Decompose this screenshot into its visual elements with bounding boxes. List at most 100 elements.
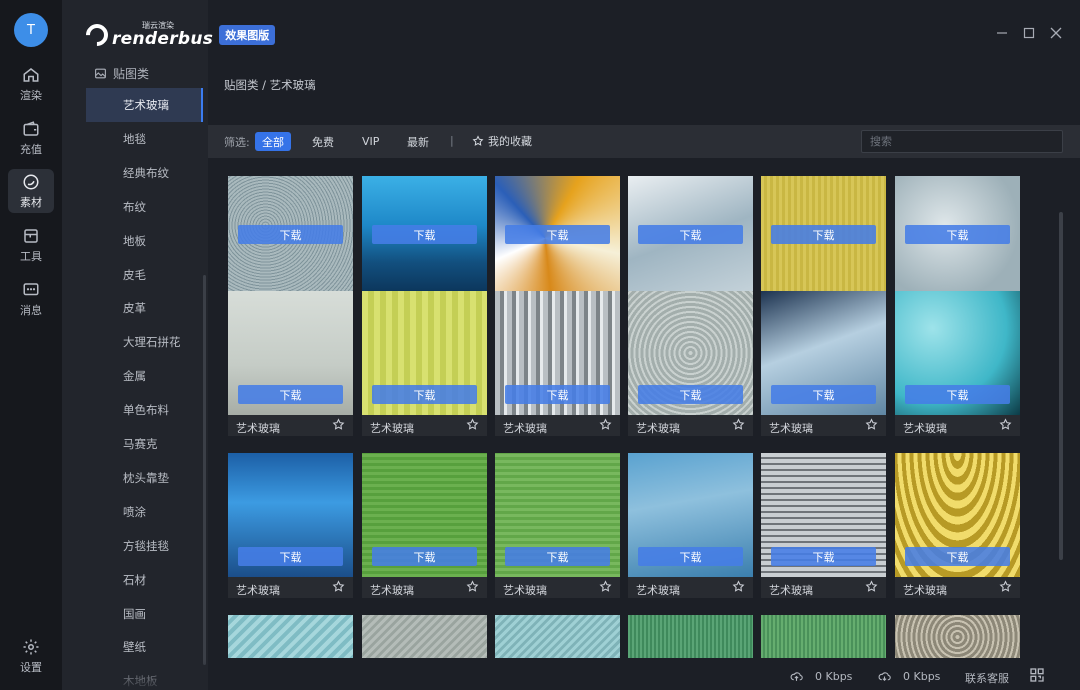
material-thumbnail[interactable]: 下载 <box>628 453 753 577</box>
material-thumbnail[interactable] <box>228 615 353 658</box>
favorite-star-icon[interactable] <box>466 418 479 431</box>
favorite-star-icon[interactable] <box>999 418 1012 431</box>
material-thumbnail[interactable]: 下载 <box>228 291 353 415</box>
download-button[interactable]: 下载 <box>771 547 876 566</box>
rail-item-tools[interactable]: 工具 <box>8 223 54 267</box>
favorite-star-icon[interactable] <box>999 580 1012 593</box>
material-thumbnail[interactable] <box>761 615 886 658</box>
material-thumbnail[interactable]: 下载 <box>895 291 1020 415</box>
category-item[interactable]: 皮革 <box>86 291 203 325</box>
material-thumbnail[interactable]: 下载 <box>228 176 353 300</box>
category-scrollbar[interactable] <box>203 275 206 665</box>
download-button[interactable]: 下载 <box>638 385 743 404</box>
material-card[interactable]: 下载艺术玻璃 <box>761 291 886 436</box>
material-thumbnail[interactable]: 下载 <box>895 176 1020 300</box>
download-button[interactable]: 下载 <box>505 385 610 404</box>
material-thumbnail[interactable]: 下载 <box>761 453 886 577</box>
download-button[interactable]: 下载 <box>905 385 1010 404</box>
material-card[interactable]: 下载艺术玻璃 <box>228 291 353 436</box>
my-favorites-button[interactable]: 我的收藏 <box>472 133 532 149</box>
avatar[interactable]: T <box>14 13 48 47</box>
contact-support-link[interactable]: 联系客服 <box>965 670 1009 686</box>
download-button[interactable]: 下载 <box>638 547 743 566</box>
category-item[interactable]: 枕头靠垫 <box>86 461 203 495</box>
material-card[interactable]: 下载艺术玻璃 <box>628 453 753 598</box>
download-button[interactable]: 下载 <box>372 385 477 404</box>
favorite-star-icon[interactable] <box>732 418 745 431</box>
filter-vip-button[interactable]: VIP <box>355 132 386 151</box>
material-card[interactable]: 下载艺术玻璃 <box>895 291 1020 436</box>
rail-item-render[interactable]: 渲染 <box>8 62 54 106</box>
category-group-texture[interactable]: 贴图类 <box>94 63 149 83</box>
material-thumbnail[interactable]: 下载 <box>895 453 1020 577</box>
category-item[interactable]: 单色布料 <box>86 393 203 427</box>
category-item[interactable]: 地板 <box>86 224 203 258</box>
download-button[interactable]: 下载 <box>638 225 743 244</box>
download-button[interactable]: 下载 <box>771 385 876 404</box>
rail-item-settings[interactable]: 设置 <box>8 634 54 678</box>
download-button[interactable]: 下载 <box>905 225 1010 244</box>
material-card[interactable]: 下载艺术玻璃 <box>761 453 886 598</box>
material-card[interactable] <box>628 615 753 658</box>
filter-all-button[interactable]: 全部 <box>255 132 291 151</box>
material-thumbnail[interactable]: 下载 <box>761 176 886 300</box>
category-item[interactable]: 金属 <box>86 359 203 393</box>
rail-item-recharge[interactable]: 充值 <box>8 116 54 160</box>
material-card[interactable]: 下载艺术玻璃 <box>228 453 353 598</box>
material-thumbnail[interactable]: 下载 <box>495 176 620 300</box>
download-button[interactable]: 下载 <box>505 547 610 566</box>
favorite-star-icon[interactable] <box>332 580 345 593</box>
download-button[interactable]: 下载 <box>238 385 343 404</box>
material-thumbnail[interactable] <box>628 615 753 658</box>
material-card[interactable]: 下载艺术玻璃 <box>495 453 620 598</box>
filter-latest-button[interactable]: 最新 <box>400 132 436 151</box>
favorite-star-icon[interactable] <box>599 580 612 593</box>
material-thumbnail[interactable]: 下载 <box>362 453 487 577</box>
material-card[interactable] <box>362 615 487 658</box>
category-item[interactable]: 地毯 <box>86 122 203 156</box>
material-thumbnail[interactable]: 下载 <box>362 176 487 300</box>
minimize-button[interactable] <box>994 25 1010 41</box>
download-button[interactable]: 下载 <box>905 547 1010 566</box>
rail-item-messages[interactable]: 消息 <box>8 277 54 321</box>
category-item[interactable]: 石材 <box>86 563 203 597</box>
material-thumbnail[interactable]: 下载 <box>761 291 886 415</box>
download-button[interactable]: 下载 <box>238 225 343 244</box>
material-thumbnail[interactable]: 下载 <box>495 453 620 577</box>
material-card[interactable] <box>495 615 620 658</box>
rail-item-material[interactable]: 素材 <box>8 169 54 213</box>
filter-free-button[interactable]: 免费 <box>305 132 341 151</box>
material-card[interactable]: 下载艺术玻璃 <box>495 291 620 436</box>
material-thumbnail[interactable]: 下载 <box>628 291 753 415</box>
material-thumbnail[interactable]: 下载 <box>628 176 753 300</box>
search-input[interactable] <box>861 130 1063 153</box>
material-card[interactable]: 下载艺术玻璃 <box>895 453 1020 598</box>
material-card[interactable] <box>895 615 1020 658</box>
grid-scrollbar[interactable] <box>1059 212 1063 560</box>
download-button[interactable]: 下载 <box>505 225 610 244</box>
qrcode-button[interactable] <box>1029 667 1045 683</box>
favorite-star-icon[interactable] <box>865 418 878 431</box>
favorite-star-icon[interactable] <box>599 418 612 431</box>
download-button[interactable]: 下载 <box>771 225 876 244</box>
material-card[interactable]: 下载艺术玻璃 <box>362 453 487 598</box>
material-thumbnail[interactable] <box>895 615 1020 658</box>
category-item[interactable]: 经典布纹 <box>86 156 203 190</box>
maximize-button[interactable] <box>1021 25 1037 41</box>
material-card[interactable] <box>228 615 353 658</box>
material-thumbnail[interactable] <box>495 615 620 658</box>
category-item[interactable]: 国画 <box>86 597 203 631</box>
category-item[interactable]: 布纹 <box>86 190 203 224</box>
download-button[interactable]: 下载 <box>372 547 477 566</box>
category-item[interactable]: 方毯挂毯 <box>86 529 203 563</box>
close-button[interactable] <box>1048 25 1064 41</box>
category-item[interactable]: 皮毛 <box>86 258 203 292</box>
category-item[interactable]: 喷涂 <box>86 495 203 529</box>
download-button[interactable]: 下载 <box>372 225 477 244</box>
favorite-star-icon[interactable] <box>332 418 345 431</box>
category-item[interactable]: 大理石拼花 <box>86 325 203 359</box>
favorite-star-icon[interactable] <box>732 580 745 593</box>
favorite-star-icon[interactable] <box>865 580 878 593</box>
material-thumbnail[interactable]: 下载 <box>228 453 353 577</box>
material-thumbnail[interactable] <box>362 615 487 658</box>
